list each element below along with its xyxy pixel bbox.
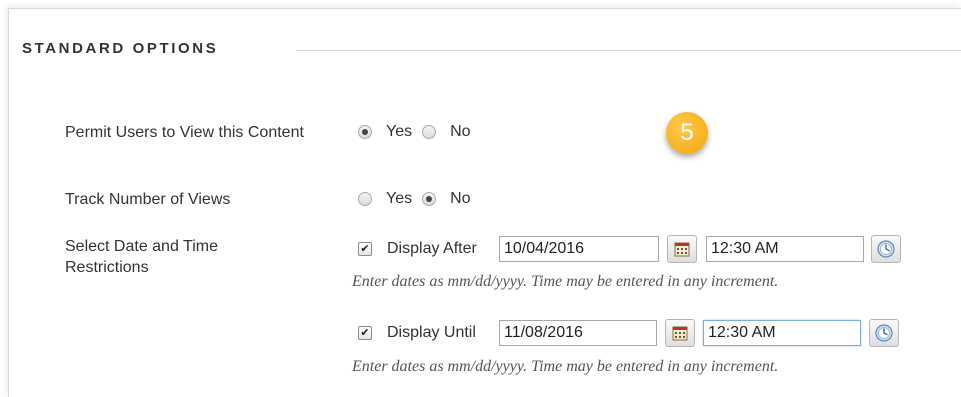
display-after-hint: Enter dates as mm/dd/yyyy. Time may be e… bbox=[352, 273, 779, 290]
track-views-yes-radio[interactable] bbox=[358, 192, 372, 206]
display-after-label: Display After bbox=[387, 240, 477, 257]
display-until-time-input[interactable] bbox=[703, 320, 861, 346]
calendar-icon bbox=[672, 326, 688, 341]
track-views-label: Track Number of Views bbox=[65, 191, 231, 208]
display-after-date-input[interactable] bbox=[499, 236, 659, 262]
display-after-clock-button[interactable] bbox=[871, 235, 901, 263]
date-restrictions-label: Select Date and Time Restrictions bbox=[65, 238, 218, 276]
track-views-yes-label: Yes bbox=[386, 190, 413, 207]
calendar-icon bbox=[674, 242, 690, 257]
track-views-radio-group: Yes No bbox=[358, 190, 481, 208]
permit-users-yes-radio[interactable] bbox=[358, 125, 372, 139]
permit-users-radio-group: Yes No bbox=[358, 123, 481, 141]
display-until-label: Display Until bbox=[387, 324, 476, 341]
display-until-clock-button[interactable] bbox=[869, 319, 899, 347]
permit-users-label: Permit Users to View this Content bbox=[65, 124, 304, 141]
clock-icon bbox=[875, 324, 893, 342]
section-title: STANDARD OPTIONS bbox=[22, 40, 219, 57]
step-badge: 5 bbox=[666, 112, 708, 154]
display-after-checkbox[interactable]: ✔ bbox=[358, 242, 372, 256]
permit-users-no-radio[interactable] bbox=[422, 125, 437, 139]
permit-users-no-label: No bbox=[450, 123, 471, 140]
display-until-checkbox[interactable]: ✔ bbox=[358, 326, 372, 340]
display-after-calendar-button[interactable] bbox=[667, 235, 697, 263]
display-until-date-input[interactable] bbox=[499, 320, 657, 346]
display-until-hint: Enter dates as mm/dd/yyyy. Time may be e… bbox=[352, 358, 779, 375]
section-divider bbox=[296, 50, 961, 51]
clock-icon bbox=[877, 240, 895, 258]
display-until-calendar-button[interactable] bbox=[665, 319, 695, 347]
track-views-no-label: No bbox=[450, 190, 471, 207]
track-views-no-radio[interactable] bbox=[422, 192, 437, 206]
permit-users-yes-label: Yes bbox=[386, 123, 413, 140]
display-after-time-input[interactable] bbox=[706, 236, 864, 262]
